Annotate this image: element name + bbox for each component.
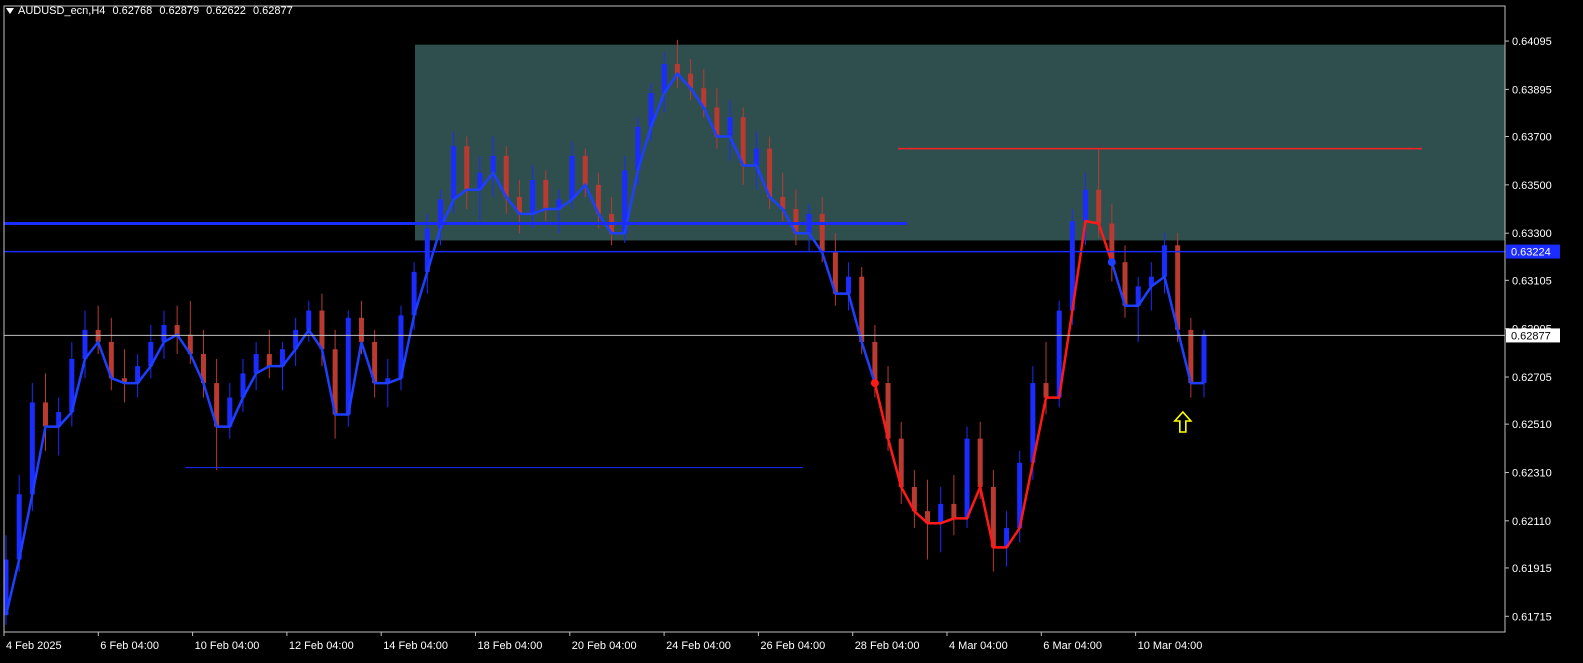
candle-body bbox=[530, 180, 536, 214]
candle-body bbox=[582, 155, 588, 185]
y-tick-label: 0.63700 bbox=[1512, 132, 1552, 144]
candle-body bbox=[1201, 334, 1207, 384]
high-value: 0.62879 bbox=[159, 5, 200, 17]
x-tick-label: 26 Feb 04:00 bbox=[760, 640, 825, 652]
candle-body bbox=[464, 146, 470, 190]
y-tick-label: 0.62110 bbox=[1512, 516, 1551, 528]
x-tick-label: 10 Feb 04:00 bbox=[195, 640, 260, 652]
x-tick-label: 10 Mar 04:00 bbox=[1138, 640, 1203, 652]
x-tick-label: 20 Feb 04:00 bbox=[572, 640, 637, 652]
candle-body bbox=[42, 402, 48, 427]
low-value: 0.62622 bbox=[206, 5, 246, 17]
candle-body bbox=[740, 117, 746, 166]
supply-zone bbox=[415, 44, 1505, 241]
level-price-label: 0.63224 bbox=[1511, 247, 1551, 259]
x-tick-label: 12 Feb 04:00 bbox=[289, 640, 354, 652]
y-tick-label: 0.63895 bbox=[1512, 84, 1552, 96]
y-tick-label: 0.61715 bbox=[1512, 611, 1552, 623]
x-tick-label: 18 Feb 04:00 bbox=[478, 640, 543, 652]
candle-body bbox=[503, 155, 509, 197]
candle-body bbox=[543, 180, 549, 210]
candle-body bbox=[1162, 245, 1168, 277]
y-tick-label: 0.63500 bbox=[1512, 180, 1552, 192]
candle-body bbox=[266, 354, 272, 367]
candle-body bbox=[319, 310, 325, 350]
y-tick-label: 0.61915 bbox=[1512, 563, 1552, 575]
candle-body bbox=[1096, 189, 1102, 224]
candle-body bbox=[1043, 383, 1049, 398]
candle-body bbox=[161, 325, 167, 342]
zone-layer bbox=[415, 44, 1505, 241]
candle-body bbox=[451, 146, 457, 200]
open-value: 0.62768 bbox=[112, 5, 153, 17]
x-tick-label: 6 Feb 04:00 bbox=[100, 640, 159, 652]
candle-body bbox=[964, 438, 970, 519]
y-tick-label: 0.63105 bbox=[1512, 275, 1552, 287]
x-tick-label: 4 Feb 2025 bbox=[6, 640, 62, 652]
candle-body bbox=[727, 117, 733, 137]
y-tick-label: 0.62310 bbox=[1512, 467, 1552, 479]
candle-body bbox=[753, 148, 759, 166]
close-value: 0.62877 bbox=[252, 5, 293, 17]
candle-body bbox=[358, 317, 364, 342]
x-tick-label: 24 Feb 04:00 bbox=[666, 640, 731, 652]
chart-header: AUDUSD_ecn,H4 0.62768 0.62879 0.62622 0.… bbox=[6, 5, 297, 17]
candle-body bbox=[174, 325, 180, 335]
y-tick-label: 0.63300 bbox=[1512, 228, 1552, 240]
current-price-label: 0.62877 bbox=[1511, 330, 1551, 342]
candle-body bbox=[951, 503, 957, 519]
symbol-label: AUDUSD_ecn,H4 bbox=[18, 5, 106, 17]
candle-body bbox=[977, 438, 983, 487]
x-tick-label: 4 Mar 04:00 bbox=[949, 640, 1008, 652]
candle-body bbox=[846, 276, 852, 294]
y-tick-label: 0.62705 bbox=[1512, 372, 1552, 384]
dropdown-triangle-icon[interactable] bbox=[6, 8, 14, 15]
candle-body bbox=[819, 213, 825, 253]
candle-body bbox=[938, 503, 944, 524]
x-tick-label: 6 Mar 04:00 bbox=[1043, 640, 1102, 652]
candle-body bbox=[1175, 245, 1181, 330]
candle-body bbox=[306, 310, 312, 330]
x-tick-label: 28 Feb 04:00 bbox=[855, 640, 920, 652]
candle-body bbox=[253, 354, 259, 374]
y-tick-label: 0.64095 bbox=[1512, 36, 1552, 48]
signal-dot-red bbox=[870, 379, 879, 388]
candle-body bbox=[82, 329, 88, 359]
x-tick-label: 14 Feb 04:00 bbox=[383, 640, 448, 652]
candle-body bbox=[490, 155, 496, 173]
candle-body bbox=[1083, 189, 1089, 222]
y-tick-label: 0.62510 bbox=[1512, 419, 1552, 431]
candle-body bbox=[569, 155, 575, 200]
signal-dot-blue bbox=[1107, 258, 1116, 267]
price-chart[interactable]: 0.64095 0.63895 0.63700 0.63500 0.63300 0.631… bbox=[0, 0, 1583, 663]
